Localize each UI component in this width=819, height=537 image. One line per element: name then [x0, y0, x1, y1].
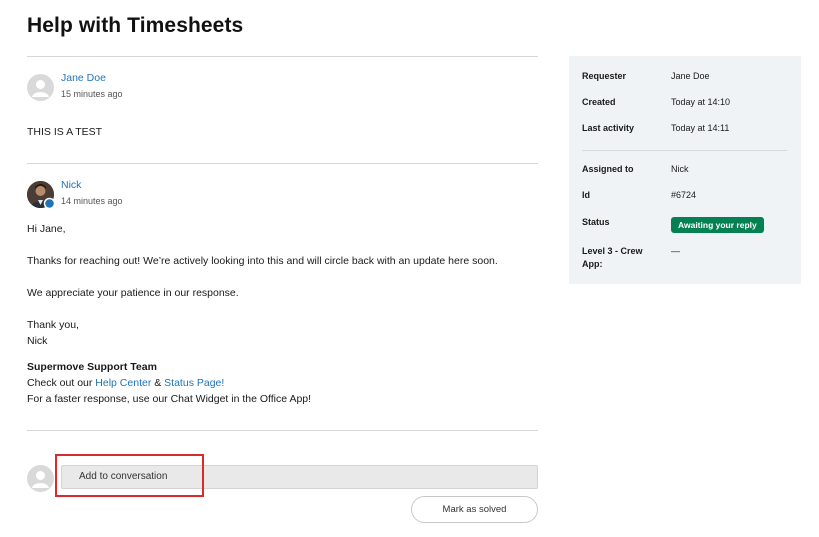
requester-value: Jane Doe	[671, 71, 710, 81]
message-body: Thanks for reaching out! We’re actively …	[27, 255, 498, 267]
status-page-link[interactable]: Status Page!	[164, 377, 224, 389]
divider	[27, 163, 538, 164]
message-timestamp: 15 minutes ago	[61, 89, 123, 99]
signature-links-line: Check out our Help Center & Status Page!	[27, 375, 224, 391]
signature-team: Supermove Support Team	[27, 361, 157, 373]
level-label-line-2: App:	[582, 259, 603, 269]
signature-check-text: Check out our	[27, 377, 96, 389]
message-signoff: Nick	[27, 335, 48, 347]
avatar-default-icon	[27, 465, 54, 492]
mark-as-solved-button[interactable]: Mark as solved	[411, 496, 538, 523]
last-activity-label: Last activity	[582, 123, 635, 133]
author-link-nick[interactable]: Nick	[61, 179, 81, 191]
assigned-to-label: Assigned to	[582, 164, 634, 174]
avatar-default-icon	[27, 74, 54, 101]
created-label: Created	[582, 97, 616, 107]
help-center-link[interactable]: Help Center	[95, 377, 151, 389]
id-label: Id	[582, 190, 590, 200]
signature-faster-text: For a faster response, use our Chat Widg…	[27, 393, 312, 405]
signature-amp-text: &	[151, 377, 165, 389]
message-body: We appreciate your patience in our respo…	[27, 287, 239, 299]
sidebar-divider	[582, 150, 787, 151]
message-timestamp: 14 minutes ago	[61, 196, 123, 206]
assigned-to-value: Nick	[671, 164, 689, 174]
ticket-details-panel: Requester Jane Doe Created Today at 14:1…	[569, 56, 801, 284]
page-title: Help with Timesheets	[27, 14, 244, 37]
author-link-jane[interactable]: Jane Doe	[61, 72, 106, 84]
highlight-box	[55, 454, 204, 497]
divider	[27, 56, 538, 57]
status-badge: Awaiting your reply	[671, 217, 764, 233]
id-value: #6724	[671, 190, 697, 200]
created-value: Today at 14:10	[671, 97, 731, 107]
level-label-line-1: Level 3 - Crew	[582, 246, 643, 256]
message-closing: Thank you,	[27, 319, 79, 331]
avatar-photo-icon	[27, 181, 55, 209]
divider	[27, 430, 538, 431]
requester-label: Requester	[582, 71, 627, 81]
level-value: —	[671, 246, 680, 256]
last-activity-value: Today at 14:11	[671, 123, 730, 133]
message-body: THIS IS A TEST	[27, 126, 103, 138]
message-greeting: Hi Jane,	[27, 223, 66, 235]
status-label: Status	[582, 217, 610, 227]
